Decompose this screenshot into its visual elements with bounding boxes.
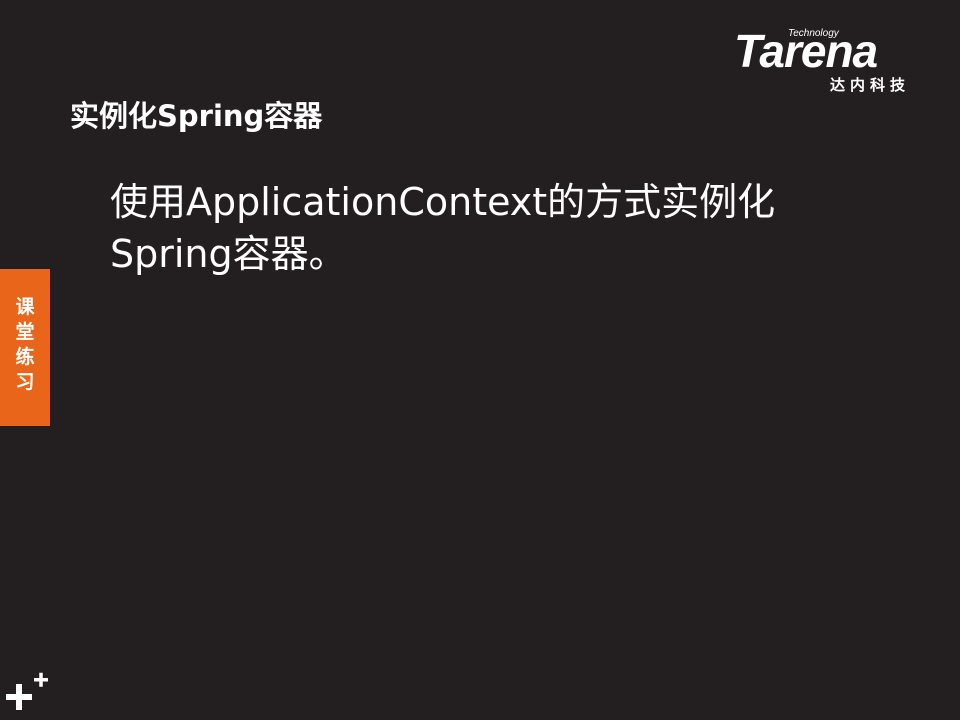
slide: Technology Tarena 达内科技 实例化Spring容器 使用App… bbox=[0, 0, 960, 720]
slide-title: 实例化Spring容器 bbox=[70, 99, 323, 133]
tarena-logo: Technology Tarena 达内科技 bbox=[734, 26, 928, 96]
side-tab-label: 课 堂 练 习 bbox=[15, 296, 35, 393]
classroom-exercise-tab: 课 堂 练 习 bbox=[0, 269, 50, 426]
slide-body-text: 使用ApplicationContext的方式实例化Spring容器。 bbox=[110, 180, 776, 276]
plus-plus-icon bbox=[6, 672, 48, 710]
logo-brand-text: Tarena bbox=[734, 25, 878, 77]
logo-chinese-text: 达内科技 bbox=[830, 76, 911, 94]
